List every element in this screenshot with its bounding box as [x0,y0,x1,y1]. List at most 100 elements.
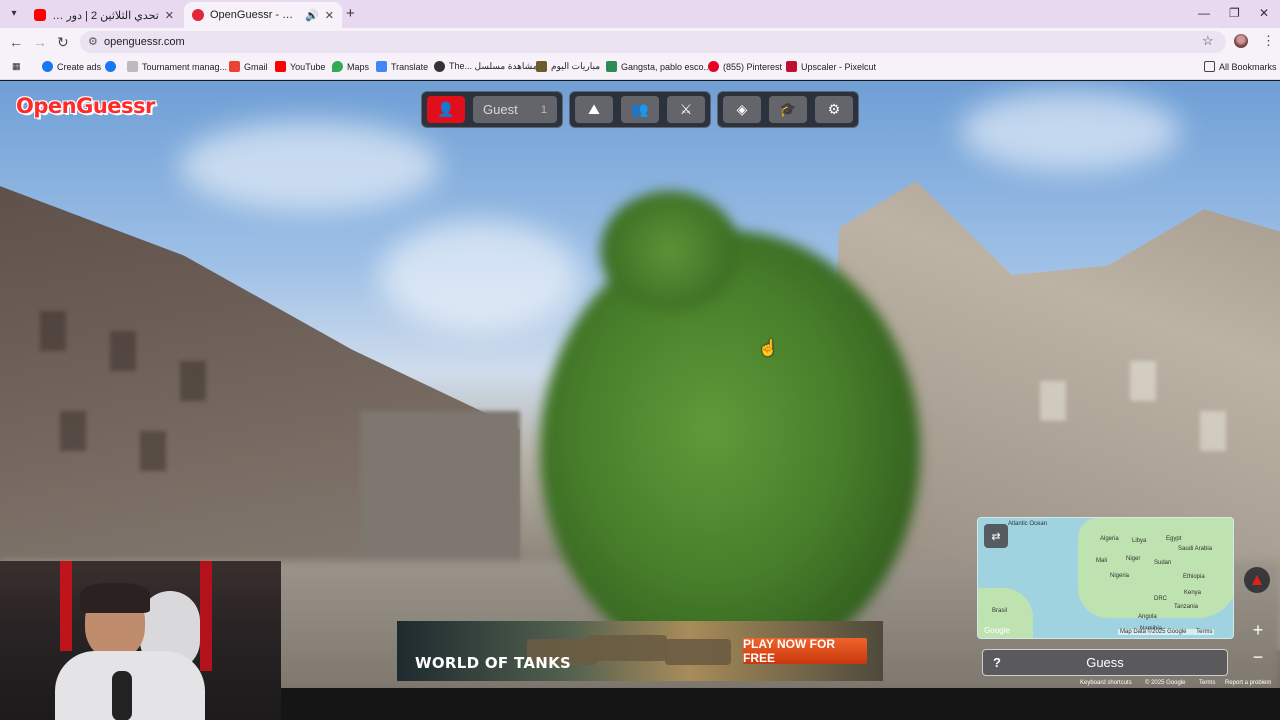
compass-button[interactable] [1244,567,1270,593]
red-light-strip [200,561,212,671]
copyright-text: © 2025 Google [1145,680,1186,686]
tab-strip: ▾ تحدي الثلاثين 2 | دور الـ 16 المواد...… [0,0,1280,28]
ad-brand-logo: WORLD OF TANKS [415,654,572,672]
plus-icon: + [1252,620,1264,640]
map-mode-button[interactable]: ⛰ [575,96,613,123]
keyboard-shortcuts-link[interactable]: Keyboard shortcuts [1080,680,1132,686]
education-button[interactable]: 🎓 [769,96,807,123]
tab-title: OpenGuessr - Free GeoGu... [210,9,299,21]
map-label: Egypt [1166,536,1182,542]
map-label: Nigeria [1110,573,1130,579]
openguessr-logo[interactable]: OpenGuessr [16,94,155,118]
player-count: 1 [540,103,547,116]
browser-menu-icon[interactable]: ⋮ [1262,33,1275,49]
terms-link[interactable]: Terms [1199,680,1215,686]
new-tab-button[interactable]: + [346,5,355,22]
building-window [1200,411,1226,451]
tab-youtube[interactable]: تحدي الثلاثين 2 | دور الـ 16 المواد... ✕ [26,2,182,28]
multiplayer-icon: 👥 [631,101,649,117]
map-label: Atlantic Ocean [1008,521,1048,527]
bookmarks-bar: ▦ Create ads Tournament manag... Gmail Y… [0,56,1280,80]
apps-grid-icon[interactable]: ▦ [12,61,21,72]
building-window [40,311,66,351]
bookmark-translate[interactable]: Translate [376,61,428,72]
world-of-tanks-ad[interactable]: WORLD OF TANKS PLAY NOW FOR FREE [397,621,883,681]
reload-icon[interactable]: ↻ [57,34,69,51]
bookmark-series[interactable]: The... مشاهدة مسلسل [434,61,537,72]
bookmark-upscaler[interactable]: Upscaler - Pixelcut [786,61,876,72]
guess-minimap[interactable]: Atlantic Ocean Algeria Libya Egypt Saudi… [977,517,1234,639]
translate-icon [376,61,387,72]
settings-button[interactable]: ⚙ [815,96,853,123]
map-label: DRC [1154,596,1167,602]
layers-button[interactable]: ◈ [723,96,761,123]
building-window [1130,361,1156,401]
building-window [60,411,86,451]
facebook-icon [42,61,53,72]
red-light-strip [60,561,72,651]
bookmark-youtube[interactable]: YouTube [275,61,325,72]
africa-landmass [1078,518,1233,618]
maps-icon [332,61,343,72]
guest-player-box[interactable]: Guest 1 [473,96,557,123]
map-label: Angola [1138,614,1157,620]
map-label: Sudan [1154,560,1172,566]
bookmark-facebook[interactable] [105,61,116,72]
multiplayer-button[interactable]: 👥 [621,96,659,123]
bookmark-maps[interactable]: Maps [332,61,369,72]
bookmark-gangsta[interactable]: Gangsta, pablo esco... [606,61,711,72]
zoom-in-button[interactable]: + [1245,620,1271,644]
tab-search-chevron-icon[interactable]: ▾ [6,5,22,21]
tab-close-icon[interactable]: ✕ [325,9,334,22]
building-window [180,361,206,401]
map-terms-link[interactable]: Terms [1196,629,1212,635]
guest-name: Guest [483,102,518,117]
google-logo: Google [984,626,1010,635]
bookmark-create-ads[interactable]: Create ads [42,61,101,72]
building-window [110,331,136,371]
bookmark-tournament[interactable]: Tournament manag... [127,61,227,72]
youtube-favicon-icon [34,9,46,21]
ad-play-button[interactable]: PLAY NOW FOR FREE [743,637,867,665]
tab-openguessr[interactable]: OpenGuessr - Free GeoGu... 🔊 ✕ [184,2,342,28]
help-icon[interactable]: ? [983,655,1011,670]
close-window-icon[interactable]: ✕ [1259,6,1269,20]
account-button[interactable]: 👤 [427,96,465,123]
sports-icon [536,61,547,72]
map-expand-button[interactable]: ⇄ [984,524,1008,548]
bookmark-star-icon[interactable]: ☆ [1202,33,1214,49]
back-icon[interactable]: ← [9,34,23,50]
guess-button[interactable]: ? Guess [982,649,1228,676]
map-attribution: Map Data ©2025 Google Terms [1118,629,1215,635]
site-info-icon[interactable]: ⚙ [88,35,98,48]
minimize-icon[interactable]: — [1198,6,1210,20]
p-icon [786,61,797,72]
openguessr-favicon-icon [192,9,204,21]
speaker-icon[interactable]: 🔊 [305,9,319,22]
tree-top [600,191,740,311]
tab-title: تحدي الثلاثين 2 | دور الـ 16 المواد... [52,9,159,22]
map-label: Ethiopia [1183,574,1205,580]
url-text: openguessr.com [104,36,185,48]
bookmark-gmail[interactable]: Gmail [229,61,268,72]
bookmark-matches[interactable]: مباريات اليوم [536,61,600,72]
swap-arrows-icon: ⇄ [991,530,1001,543]
restore-icon[interactable]: ❐ [1229,6,1240,20]
m-icon [606,61,617,72]
report-problem-link[interactable]: Report a problem [1225,680,1271,686]
url-bar[interactable]: ⚙ openguessr.com [80,31,1226,53]
all-bookmarks[interactable]: All Bookmarks [1204,61,1277,72]
person-hair [80,583,150,613]
building-window [1040,381,1066,421]
tab-close-icon[interactable]: ✕ [165,9,174,22]
profile-avatar[interactable] [1234,34,1248,48]
map-label: Niger [1126,556,1141,562]
map-label: Kenya [1184,590,1202,596]
forward-icon[interactable]: → [33,34,47,50]
gmail-icon [229,61,240,72]
battle-button[interactable]: ⚔ [667,96,705,123]
zoom-out-button[interactable]: − [1245,647,1271,671]
bookmark-pinterest[interactable]: (855) Pinterest [708,61,782,72]
cloud [960,91,1180,171]
mouse-cursor-icon: ☝ [758,340,778,357]
